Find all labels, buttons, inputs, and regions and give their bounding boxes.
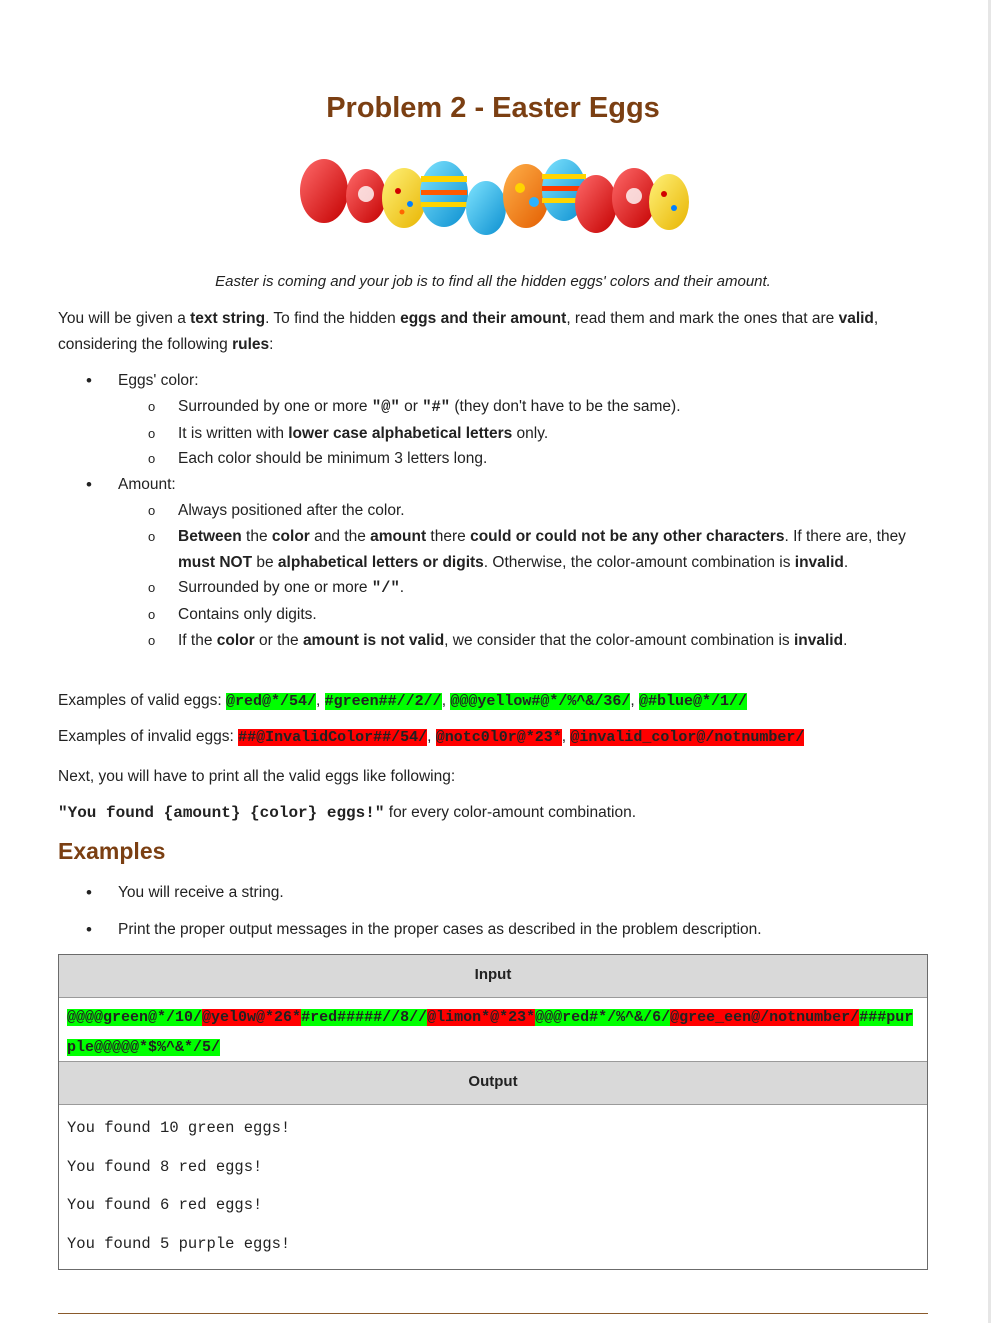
footer-divider: [58, 1313, 928, 1314]
rule-eggs-color: Eggs' color: Surrounded by one or more "…: [58, 368, 928, 472]
text: .: [843, 631, 848, 649]
text: (they don't have to be the same).: [450, 397, 681, 415]
text: , we consider that the color-amount comb…: [444, 631, 794, 649]
text: and the: [309, 527, 371, 545]
valid-egg-example: #green##//2//: [324, 693, 442, 710]
text: :: [269, 336, 274, 353]
text: . Otherwise, the color-amount combinatio…: [483, 553, 795, 571]
print-format-line: "You found {amount} {color} eggs!" for e…: [58, 800, 928, 826]
subrule-item: It is written with lower case alphabetic…: [58, 421, 928, 447]
bold-text: rules: [232, 336, 270, 353]
code-text: "@": [371, 397, 400, 416]
bold-text: invalid: [794, 553, 844, 571]
text: , read them and mark the ones that are: [566, 310, 839, 327]
input-cell: @@@@green@*/10/@yel0w@*26*#red#####//8//…: [59, 998, 927, 1062]
bold-text: color: [216, 631, 255, 649]
valid-egg-example: @red@*/54/: [226, 693, 317, 710]
text: be: [252, 553, 278, 571]
text: If the: [178, 631, 217, 649]
input-segment-invalid: @yel0w@*26*: [202, 1009, 302, 1026]
text: Surrounded by one or more: [178, 397, 372, 415]
invalid-examples-label: Examples of invalid eggs:: [58, 728, 239, 745]
color-subrules: Surrounded by one or more "@" or "#" (th…: [118, 394, 928, 472]
invalid-egg-example: @notc0l0r@*23*: [435, 729, 562, 746]
subrule-item: Each color should be minimum 3 letters l…: [58, 446, 928, 472]
rules-list: Eggs' color: Surrounded by one or more "…: [58, 368, 928, 654]
text: or the: [254, 631, 303, 649]
text: You will be given a: [58, 310, 191, 327]
text: only.: [512, 424, 549, 442]
amount-subrules: Always positioned after the color. Betwe…: [118, 498, 928, 654]
bold-text: amount is not valid: [302, 631, 445, 649]
input-segment-invalid: @gree_een@/notnumber/: [670, 1009, 860, 1026]
bold-text: eggs and their amount: [400, 310, 567, 327]
text: for every color-amount combination.: [384, 804, 637, 821]
text: It is written with: [178, 424, 289, 442]
valid-egg-example: @@@yellow#@*/%^&/36/: [450, 693, 631, 710]
output-line: You found 10 green eggs!: [67, 1119, 291, 1137]
input-segment-valid: @@@@green@*/10/: [67, 1009, 203, 1026]
subrule-item: Between the color and the amount there c…: [58, 524, 928, 576]
subrule-item: Surrounded by one or more "@" or "#" (th…: [58, 394, 928, 421]
text: the: [241, 527, 272, 545]
output-cell: You found 10 green eggs! You found 8 red…: [59, 1105, 927, 1269]
invalid-egg-example: @invalid_color@/notnumber/: [570, 729, 805, 746]
subrule-item: Contains only digits.: [58, 602, 928, 628]
rule-label: Eggs' color:: [118, 372, 199, 389]
invalid-examples-line: Examples of invalid eggs: ##@InvalidColo…: [58, 728, 805, 746]
text: there: [426, 527, 471, 545]
input-segment-valid: #red#####//8//: [301, 1009, 428, 1026]
output-header: Output: [59, 1062, 927, 1105]
intro-text: Easter is coming and your job is to find…: [215, 273, 771, 290]
text: .: [843, 553, 849, 571]
valid-examples-line: Examples of valid eggs: @red@*/54/, #gre…: [58, 692, 747, 710]
output-format-code: "You found {amount} {color} eggs!": [58, 804, 385, 822]
code-text: "/": [371, 579, 400, 598]
bold-text: lower case alphabetical letters: [288, 424, 513, 442]
text: . If there are, they: [784, 527, 906, 545]
text: .: [399, 579, 405, 597]
description-paragraph: You will be given a text string. To find…: [58, 306, 928, 358]
print-intro: Next, you will have to print all the val…: [58, 768, 456, 785]
rule-label: Amount:: [118, 476, 176, 494]
io-table: Input @@@@green@*/10/@yel0w@*26*#red####…: [58, 954, 928, 1270]
invalid-egg-example: ##@InvalidColor##/54/: [238, 729, 428, 746]
bold-text: must NOT: [178, 553, 253, 571]
text: or: [399, 397, 423, 415]
bold-text: alphabetical letters or digits: [277, 553, 484, 571]
subrule-item: Surrounded by one or more "/".: [58, 575, 928, 602]
bold-text: amount: [370, 527, 427, 545]
output-line: You found 5 purple eggs!: [67, 1235, 291, 1254]
bold-text: could or could not be any other characte…: [470, 527, 785, 545]
code-text: "#": [422, 397, 451, 416]
rule-amount: Amount: Always positioned after the colo…: [58, 472, 928, 654]
examples-bullets: You will receive a string. Print the pro…: [58, 880, 928, 954]
input-header: Input: [59, 955, 927, 998]
input-segment-invalid: @limon*@*23*: [427, 1009, 536, 1026]
example-bullet: Print the proper output messages in the …: [58, 917, 928, 943]
examples-heading: Examples: [58, 838, 166, 864]
bold-text: invalid: [793, 631, 844, 649]
text: Surrounded by one or more: [178, 579, 372, 597]
bold-text: text string: [190, 310, 266, 327]
subrule-item: Always positioned after the color.: [58, 498, 928, 524]
subrule-item: If the color or the amount is not valid,…: [58, 628, 928, 654]
easter-eggs-image: [300, 159, 689, 235]
valid-egg-example: @#blue@*/1//: [638, 693, 747, 710]
valid-examples-label: Examples of valid eggs:: [58, 692, 227, 709]
page-title: Problem 2 - Easter Eggs: [326, 92, 660, 124]
output-line: You found 6 red eggs!: [67, 1196, 263, 1215]
text: . To find the hidden: [265, 310, 401, 327]
bold-text: valid: [838, 310, 874, 327]
input-segment-valid: @@@red#*/%^&/6/: [535, 1009, 671, 1026]
example-bullet: You will receive a string.: [58, 880, 928, 906]
bold-text: Between: [178, 527, 242, 545]
output-line: You found 8 red eggs!: [67, 1157, 263, 1176]
bold-text: color: [271, 527, 310, 545]
